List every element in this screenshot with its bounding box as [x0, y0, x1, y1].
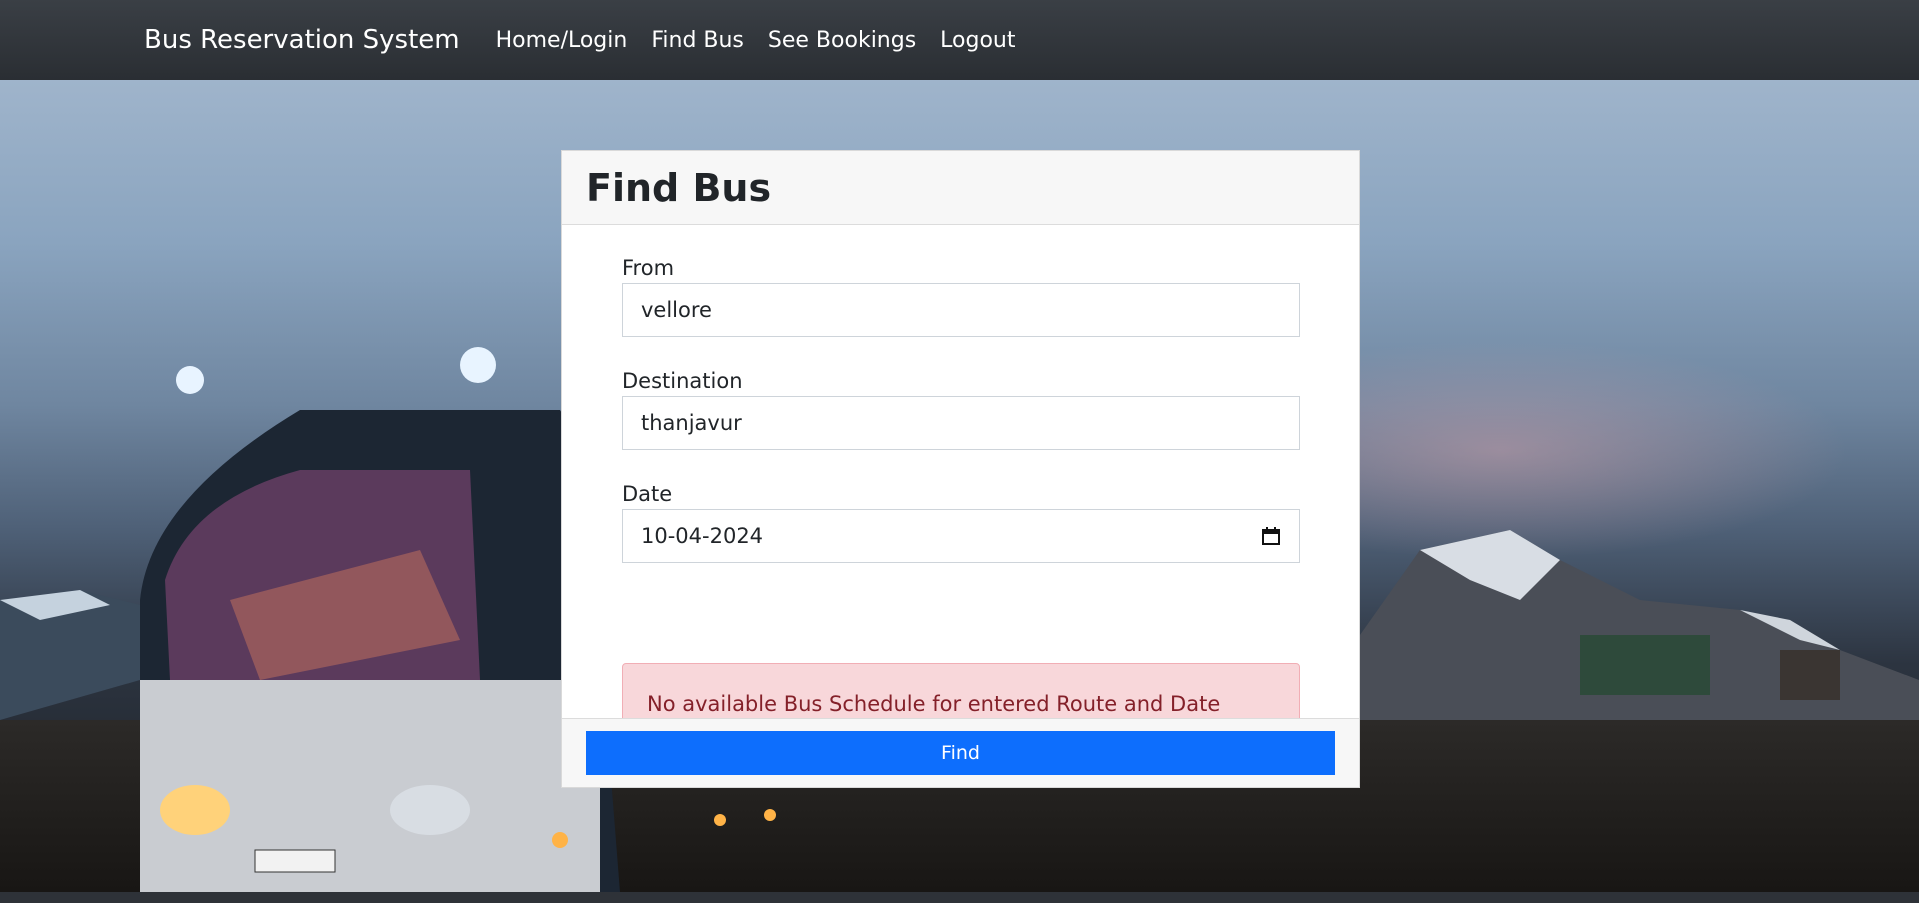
brand-link[interactable]: Bus Reservation System [144, 25, 460, 55]
taskbar-strip [0, 892, 1919, 903]
find-button[interactable]: Find [586, 731, 1335, 775]
nav-find-bus[interactable]: Find Bus [651, 28, 744, 53]
destination-value: thanjavur [641, 411, 742, 435]
date-input[interactable]: 10-04-2024 [622, 509, 1300, 563]
date-label: Date [622, 482, 673, 506]
destination-label: Destination [622, 369, 743, 393]
from-label: From [622, 256, 675, 280]
date-group: Date 10-04-2024 [622, 479, 1300, 563]
find-bus-card: Find Bus From vellore Destination thanja… [561, 150, 1360, 788]
nav-logout[interactable]: Logout [940, 28, 1015, 53]
page-title: Find Bus [586, 165, 772, 210]
nav-see-bookings[interactable]: See Bookings [768, 28, 916, 53]
alert-text: No available Bus Schedule for entered Ro… [647, 692, 1221, 716]
top-navbar: Bus Reservation System Home/Login Find B… [0, 0, 1919, 80]
card-footer: Find [562, 718, 1359, 787]
destination-group: Destination thanjavur [622, 366, 1300, 450]
from-group: From vellore [622, 253, 1300, 337]
calendar-icon[interactable] [1261, 526, 1281, 546]
from-input[interactable]: vellore [622, 283, 1300, 337]
card-header: Find Bus [562, 151, 1359, 225]
date-value: 10-04-2024 [641, 524, 764, 548]
destination-input[interactable]: thanjavur [622, 396, 1300, 450]
from-value: vellore [641, 298, 712, 322]
nav-home-login[interactable]: Home/Login [496, 28, 628, 53]
